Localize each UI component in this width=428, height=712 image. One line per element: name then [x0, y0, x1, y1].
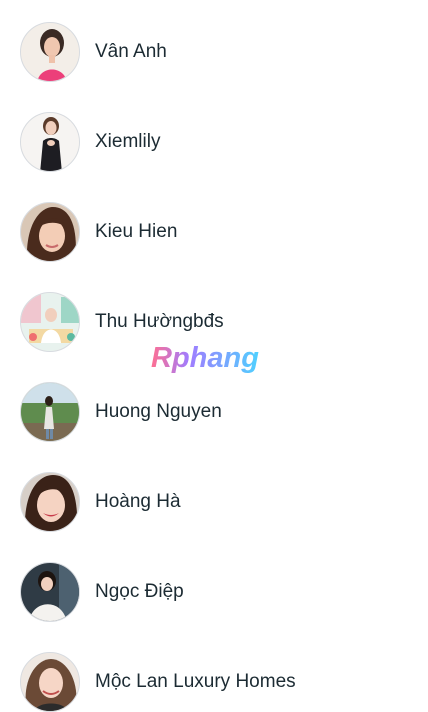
- contact-name[interactable]: Mộc Lan Luxury Homes: [95, 671, 296, 693]
- contact-row[interactable]: Hoàng Hà: [20, 471, 410, 533]
- friends-list-screen: Vân Anh Xiemlily Kieu Hien Thu Hườngbđs …: [0, 0, 428, 712]
- avatar-photo-woman-outdoor-green-icon[interactable]: [20, 382, 80, 442]
- contact-name[interactable]: Kieu Hien: [95, 221, 177, 243]
- avatar-photo-woman-smiling-icon[interactable]: [20, 472, 80, 532]
- avatar-photo-woman-white-jacket-icon[interactable]: [20, 562, 80, 622]
- avatar-photo-woman-pink-top-icon[interactable]: [20, 22, 80, 82]
- contact-row[interactable]: Ngọc Điệp: [20, 561, 410, 623]
- avatar-photo-woman-wavy-hair-icon[interactable]: [20, 652, 80, 712]
- contact-name[interactable]: Xiemlily: [95, 131, 160, 153]
- contact-name[interactable]: Ngọc Điệp: [95, 581, 184, 603]
- contact-name[interactable]: Vân Anh: [95, 41, 167, 63]
- contact-row[interactable]: Huong Nguyen: [20, 381, 410, 443]
- avatar-photo-woman-colorful-room-icon[interactable]: [20, 292, 80, 352]
- watermark-text: Rphang: [151, 342, 259, 374]
- contact-row[interactable]: Kieu Hien: [20, 201, 410, 263]
- contact-name[interactable]: Huong Nguyen: [95, 401, 222, 423]
- contact-row[interactable]: Vân Anh: [20, 21, 410, 83]
- watermark-logo: Rphang Rphang: [149, 339, 281, 376]
- contact-name[interactable]: Hoàng Hà: [95, 491, 181, 513]
- avatar-photo-woman-selfie-icon[interactable]: [20, 202, 80, 262]
- contact-row[interactable]: Mộc Lan Luxury Homes: [20, 651, 410, 712]
- contact-row[interactable]: Xiemlily: [20, 111, 410, 173]
- contact-name[interactable]: Thu Hườngbđs: [95, 311, 224, 333]
- avatar-photo-woman-black-dress-icon[interactable]: [20, 112, 80, 172]
